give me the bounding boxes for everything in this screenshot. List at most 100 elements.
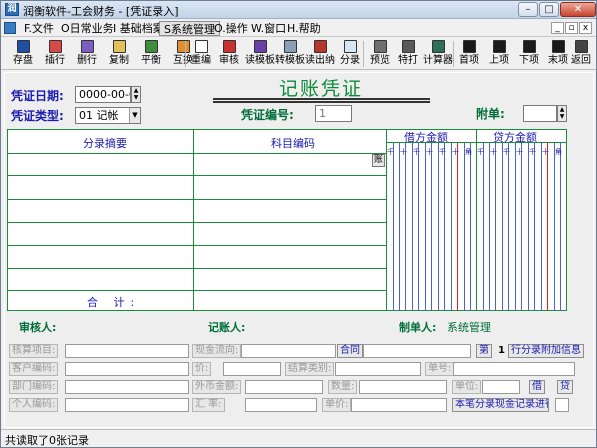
row-prefix-button[interactable]: 第: [476, 344, 492, 358]
credit-direction-button[interactable]: 贷: [557, 380, 573, 394]
dept-input[interactable]: [65, 380, 189, 394]
credit-digit-label: 角: [555, 148, 562, 156]
back-button[interactable]: 返回: [567, 39, 595, 69]
date-label: 凭证日期:: [11, 89, 64, 103]
credit-digit-line: [521, 143, 522, 311]
credit-digit-line: [508, 143, 509, 311]
grid-col-divider: [193, 129, 194, 311]
date-input[interactable]: 0000-00-00: [75, 86, 131, 103]
type-value: 01 记帐: [79, 109, 119, 122]
debit-digit-line: [418, 143, 419, 311]
delete-row-button[interactable]: 删行: [70, 39, 104, 69]
print-button[interactable]: 特打: [391, 39, 425, 69]
title-underline-2: [213, 101, 430, 103]
customer-input[interactable]: [65, 362, 189, 376]
first-button[interactable]: 首项: [452, 39, 486, 69]
voucher-title: 记账凭证: [279, 78, 364, 100]
credit-digit-label: 十: [542, 148, 549, 156]
save-button[interactable]: 存盘: [6, 39, 40, 69]
grid-row-line: [7, 290, 387, 291]
save-cash-button[interactable]: 本笔分录现金记录进行整:: [452, 398, 549, 412]
debit-digit-line: [425, 143, 426, 311]
first-icon: [462, 40, 476, 53]
app-window: 润 润衡软件-工会财务 - [凭证录入] – □ ✕ F.文件 O日常业务 I …: [0, 0, 597, 448]
cash-icon: [313, 40, 327, 53]
contract-button[interactable]: 合同: [337, 344, 363, 358]
mdi-close-button[interactable]: x: [579, 22, 592, 34]
debit-digit-label: 千: [387, 148, 394, 156]
credit-digit-line: [483, 143, 484, 311]
audit-button[interactable]: 审核: [212, 39, 246, 69]
rate-label: 汇 率:: [192, 398, 225, 412]
credit-digit-label: 十: [516, 148, 523, 156]
credit-digit-line: [495, 143, 496, 311]
debit-digit-line: [470, 143, 471, 311]
personal-label: 个人编码:: [9, 398, 59, 412]
account-lookup-button[interactable]: 账: [372, 154, 385, 167]
unit-price-input[interactable]: [351, 398, 447, 412]
prev-button[interactable]: 上项: [482, 39, 516, 69]
balance-button[interactable]: 平衡: [134, 39, 168, 69]
debit-direction-button[interactable]: 借: [529, 380, 545, 394]
split-button[interactable]: 分录: [333, 39, 367, 69]
credit-digit-line: [515, 143, 516, 311]
qty-input[interactable]: [359, 380, 447, 394]
number-label: 凭证编号:: [241, 108, 294, 122]
col-summary-header: 分录摘要: [83, 137, 127, 150]
to-template-button[interactable]: 转模板: [273, 39, 307, 69]
foreign-label: 外币金额:: [192, 380, 242, 394]
calculator-button[interactable]: 计算器: [421, 39, 455, 69]
menu-bar: F.文件 O日常业务 I 基础档案 S系统管理 O.操作 W.窗口 H.帮助 _…: [1, 20, 596, 37]
contract-input[interactable]: [363, 344, 471, 358]
cash-flow-input[interactable]: [241, 344, 336, 358]
grid-row-line: [7, 268, 387, 269]
rate-input[interactable]: [245, 398, 317, 412]
extra-info-button[interactable]: 行分录附加信息: [508, 344, 584, 358]
credit-digit-label: 千: [503, 148, 510, 156]
settle-label: 结算类别:: [285, 362, 335, 376]
number-input[interactable]: 1: [315, 105, 352, 122]
mdi-minimize-button[interactable]: _: [551, 22, 564, 34]
menu-file[interactable]: F.文件: [20, 21, 58, 36]
attach-spinner[interactable]: ▲ ▼: [557, 105, 567, 122]
menu-help[interactable]: H.帮助: [283, 21, 325, 36]
insert-row-button[interactable]: 插行: [38, 39, 72, 69]
title-underline: [213, 98, 430, 100]
chevron-down-icon[interactable]: ▼: [129, 108, 140, 123]
prev-icon: [492, 40, 506, 53]
price-input[interactable]: [223, 362, 281, 376]
col-debit-header: 借方金额: [404, 131, 448, 144]
debit-digit-label: 角: [465, 148, 472, 156]
mdi-restore-button[interactable]: ▫: [565, 22, 578, 34]
date-spinner[interactable]: ▲ ▼: [131, 86, 141, 103]
bill-input[interactable]: [453, 362, 575, 376]
debit-digit-line: [393, 143, 394, 311]
bookkeeper-label: 记账人:: [208, 321, 246, 334]
type-select[interactable]: 01 记帐 ▼: [75, 107, 141, 124]
read-template-button[interactable]: 读模板: [243, 39, 277, 69]
attach-input[interactable]: [523, 105, 557, 122]
copy-button[interactable]: 复制: [102, 39, 136, 69]
credit-digit-line: [489, 143, 490, 311]
minimize-button[interactable]: –: [518, 2, 538, 17]
save-cash-checkbox[interactable]: [555, 398, 569, 412]
unit-input[interactable]: [482, 380, 520, 394]
menu-ops[interactable]: O.操作: [210, 21, 252, 36]
maximize-button[interactable]: □: [539, 2, 559, 17]
debit-digit-line: [399, 143, 400, 311]
price-label: 价:: [192, 362, 212, 376]
unit-label: 单位:: [452, 380, 482, 394]
debit-yuan-line: [457, 143, 458, 311]
project-input[interactable]: [65, 344, 189, 358]
floppy-icon: [16, 40, 30, 53]
status-text: 共读取了0张记录: [5, 434, 89, 447]
foreign-input[interactable]: [245, 380, 323, 394]
close-button[interactable]: ✕: [560, 2, 596, 17]
credit-yuan-line: [547, 143, 548, 311]
audit-icon: [222, 40, 236, 53]
credit-digit-label: 千: [529, 148, 536, 156]
settle-input[interactable]: [335, 362, 421, 376]
document-icon: [4, 22, 16, 34]
personal-input[interactable]: [65, 398, 189, 412]
read-cash-button[interactable]: 读出纳: [303, 39, 337, 69]
